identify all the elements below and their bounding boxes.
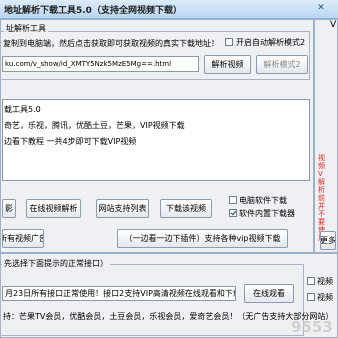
- video-ads-button[interactable]: 所有视频广告: [2, 229, 44, 248]
- note-line-3: 边看下教程 一共4步即可下载VIP视频: [4, 137, 137, 146]
- inside-downloader-checkbox[interactable]: [229, 209, 237, 217]
- right-video-checkbox-2[interactable]: [307, 293, 315, 301]
- window-title: 地址解析下载工具5.0（支持全网视频下载）: [4, 6, 182, 16]
- site-watermark: 9553: [291, 318, 333, 336]
- note-line-2: 奇艺，乐视，腾讯，优酷土豆，芒果，VIP视频下载: [4, 121, 185, 130]
- pc-software-checkbox[interactable]: [229, 196, 237, 204]
- membership-support-text: 持：芒果TV会员，优酷会员，土豆会员，乐视会员，爱奇艺会员！（无广告支持大部分网…: [3, 312, 334, 321]
- online-parse-button[interactable]: 在线视频解析: [26, 199, 81, 218]
- parse-video-button[interactable]: 解析视频: [204, 55, 251, 74]
- interface-group-legend: 先选择下面提示的正常接口）: [2, 258, 110, 269]
- plugin-button[interactable]: （一边看一边下插件）支持各种vip视频下载: [117, 229, 288, 248]
- parse-instruction: 复制到电脑端，然后点击获取即可获取视频的真实下载地址！: [3, 39, 219, 48]
- parse-group-legend: 址解析工具: [4, 23, 48, 34]
- site-list-button[interactable]: 网站支持列表: [96, 199, 149, 218]
- inside-downloader-label: 软件内置下载器: [239, 209, 295, 218]
- download-video-button[interactable]: 下载该视频: [160, 199, 212, 218]
- online-watch-button[interactable]: 在线观看: [244, 284, 294, 303]
- right-side-label: V: [330, 20, 337, 30]
- interface-notice-field[interactable]: 月23日所有接口正常使用！接口2支持VIP高清视频在线观看和下载: [2, 286, 236, 301]
- more-button[interactable]: 更多: [320, 231, 336, 250]
- title-bar: 地址解析下载工具5.0（支持全网视频下载） ✕: [0, 0, 338, 19]
- right-side-red-note: 视频V解析前并不要使用: [318, 154, 325, 242]
- video-url-input[interactable]: ku.com/v_show/id_XMTY5Nzk5MzE5Mg==.html: [2, 56, 199, 72]
- close-icon[interactable]: ✕: [312, 3, 330, 16]
- parse-mode2-button[interactable]: 解析模式2: [256, 55, 308, 74]
- note-line-1: 载工具5.0: [4, 105, 41, 114]
- pc-software-label: 电脑软件下载: [239, 196, 287, 205]
- auto-parse-checkbox[interactable]: [225, 38, 233, 46]
- auto-parse-label: 开启自动解析模式2: [236, 38, 306, 47]
- right-video-checkbox-1[interactable]: [307, 277, 315, 285]
- right-video-label-1: 视频: [317, 277, 333, 286]
- right-video-label-2: 视频: [317, 293, 333, 302]
- play-button[interactable]: 影: [2, 199, 16, 218]
